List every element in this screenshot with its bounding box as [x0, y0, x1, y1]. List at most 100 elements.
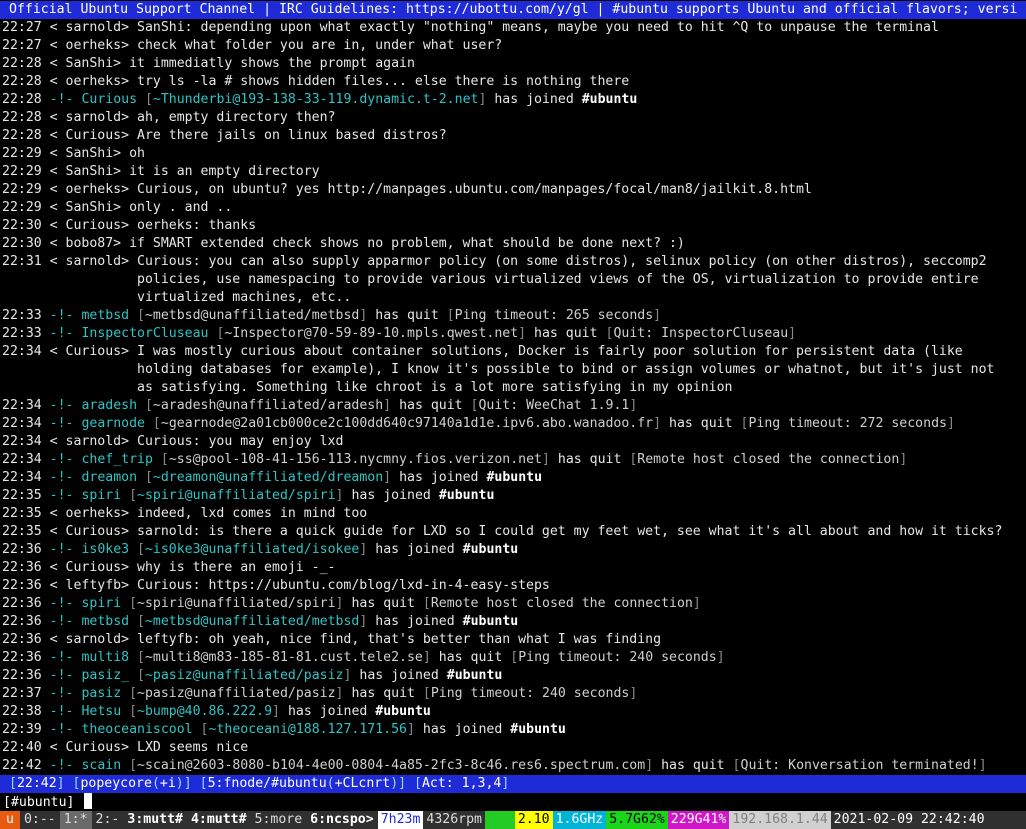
tmux-window-3[interactable]: 3:mutt#: [123, 811, 187, 829]
bracket: ]: [359, 614, 368, 629]
nick: oerheks: [65, 38, 122, 53]
timestamp: 22:37: [2, 686, 42, 701]
timestamp: 22:34: [2, 398, 42, 413]
chat-line: 22:28 < oerheks> try ls -la # shows hidd…: [2, 74, 630, 89]
chat-line: 22:35 -!- spiri [~spiri@unaffiliated/spi…: [0, 487, 1026, 505]
event-verb: has joined: [287, 704, 368, 719]
chat-line: 22:31 < sarnold> Curious: you can also s…: [2, 254, 987, 269]
chat-line: 22:36 -!- multi8 [~multi8@m83-185-81-81.…: [2, 650, 725, 665]
nick: Curious: [65, 344, 122, 359]
timestamp: 22:35: [2, 488, 42, 503]
tmux-window-5[interactable]: 5:more: [251, 811, 307, 829]
bracket: ]: [335, 596, 344, 611]
tmux-window-1[interactable]: 1:*: [59, 811, 92, 829]
tmux-window-4[interactable]: 4:mutt#: [187, 811, 251, 829]
quit-reason: Quit: WeeChat 1.9.1: [478, 398, 630, 413]
timestamp: 22:30: [2, 218, 42, 233]
input-line[interactable]: [#ubuntu]: [0, 793, 1026, 811]
event-marker-icon: -!-: [49, 308, 74, 323]
chat-line: 22:34 < sarnold> Curious: you may enjoy …: [2, 434, 344, 449]
event-nick: metbsd: [81, 308, 130, 323]
chat-log[interactable]: 22:27 < sarnold> SanShi: depending upon …: [0, 19, 1026, 775]
timestamp: 22:28: [2, 56, 42, 71]
nick: oerheks: [65, 74, 122, 89]
user-host: ~theoceani@188.127.171.56: [208, 722, 408, 737]
bracket: [: [160, 452, 169, 467]
status-window: 5:fnode/#ubuntu: [207, 776, 327, 791]
event-marker-icon: -!-: [49, 686, 74, 701]
nick: SanShi: [65, 164, 114, 179]
event-nick: pasiz_: [81, 668, 130, 683]
nick: Curious: [65, 218, 122, 233]
tmux-window-0[interactable]: 0:--: [20, 811, 60, 829]
timestamp: 22:28: [2, 128, 42, 143]
chat-line: 22:33 -!- InspectorCluseau [~Inspector@7…: [2, 326, 797, 341]
nick: SanShi: [65, 200, 114, 215]
tmux-segment-0: 7h23m: [377, 811, 424, 829]
nick: Curious: [65, 560, 122, 575]
event-nick: aradesh: [81, 398, 138, 413]
event-verb: has joined: [375, 542, 455, 557]
bracket: ]: [716, 650, 725, 665]
timestamp: 22:35: [2, 506, 42, 521]
user-host: ~metbsd@unaffiliated/metbsd: [144, 308, 360, 323]
bracket: [: [137, 308, 145, 323]
timestamp: 22:40: [2, 740, 42, 755]
chat-line: virtualized machines, etc..: [0, 289, 1026, 307]
event-verb: has joined: [494, 92, 574, 107]
bracket: ]: [335, 488, 344, 503]
event-marker-icon: -!-: [49, 92, 74, 107]
message-text: if SMART extended check shows no problem…: [129, 236, 685, 251]
timestamp: 22:29: [2, 200, 42, 215]
user-host: ~ss@pool-108-41-156-113.nycmny.fios.veri…: [168, 452, 542, 467]
chat-line: 22:42 -!- scain [~scain@2603-8080-b104-4…: [2, 758, 987, 773]
chat-line: as satisfying. Something like chroot is …: [0, 379, 1026, 397]
user-host: ~is0ke3@unaffiliated/isokee: [144, 542, 360, 557]
timestamp: 22:30: [2, 236, 42, 251]
event-marker-icon: -!-: [49, 596, 74, 611]
timestamp: 22:36: [2, 632, 42, 647]
bracket: ]: [692, 596, 701, 611]
event-marker-icon: -!-: [49, 668, 74, 683]
bracket: ]: [645, 758, 654, 773]
user-host: ~aradesh@unaffiliated/aradesh: [152, 398, 384, 413]
event-nick: chef_trip: [81, 452, 153, 467]
bracket: [: [137, 542, 145, 557]
chat-line: 22:39 -!- theoceaniscool [~theoceani@188…: [0, 721, 1026, 739]
bracket: ]: [946, 416, 955, 431]
chat-line: 22:40 < Curious> LXD seems nice: [2, 740, 249, 755]
event-marker-icon: -!-: [49, 614, 74, 629]
bracket: ]: [272, 704, 280, 719]
bracket: [: [446, 308, 455, 323]
tmux-window-6[interactable]: 6:ncspo>: [306, 811, 378, 829]
nick: leftyfb: [65, 578, 122, 593]
quit-reason: Ping timeout: 265 seconds: [454, 308, 654, 323]
message-text: it is an empty directory: [129, 164, 320, 179]
text-cursor: [84, 793, 93, 809]
timestamp: 22:39: [2, 722, 42, 737]
channel-name: #ubuntu: [438, 488, 495, 503]
message-text: Curious, on ubuntu? yes http://manpages.…: [137, 182, 812, 197]
event-nick: Hetsu: [81, 704, 122, 719]
bracket: [: [144, 398, 153, 413]
nick: sarnold: [65, 632, 122, 647]
chat-line: 22:38 -!- Hetsu [~bump@40.86.222.9] has …: [0, 703, 1026, 721]
event-nick: pasiz: [81, 686, 122, 701]
nick: bobo87: [65, 236, 114, 251]
channel-name: #ubuntu: [462, 614, 519, 629]
message-text: Curious: you may enjoy lxd: [137, 434, 344, 449]
quit-reason: Quit: InspectorCluseau: [613, 326, 789, 341]
timestamp: 22:27: [2, 38, 42, 53]
bracket: ]: [343, 668, 352, 683]
tmux-window-2[interactable]: 2:-: [92, 811, 124, 829]
bracket: ]: [899, 452, 908, 467]
bracket: [: [129, 488, 138, 503]
tmux-segment-1: 4326rpm: [423, 811, 485, 829]
quit-reason: Remote host closed the connection: [430, 596, 693, 611]
bracket: [: [510, 650, 519, 665]
bracket: [: [152, 416, 161, 431]
bracket: [: [137, 650, 145, 665]
bracket: [: [200, 722, 209, 737]
timestamp: 22:29: [2, 164, 42, 179]
chat-line: 22:27 < oerheks> check what folder you a…: [2, 38, 503, 53]
